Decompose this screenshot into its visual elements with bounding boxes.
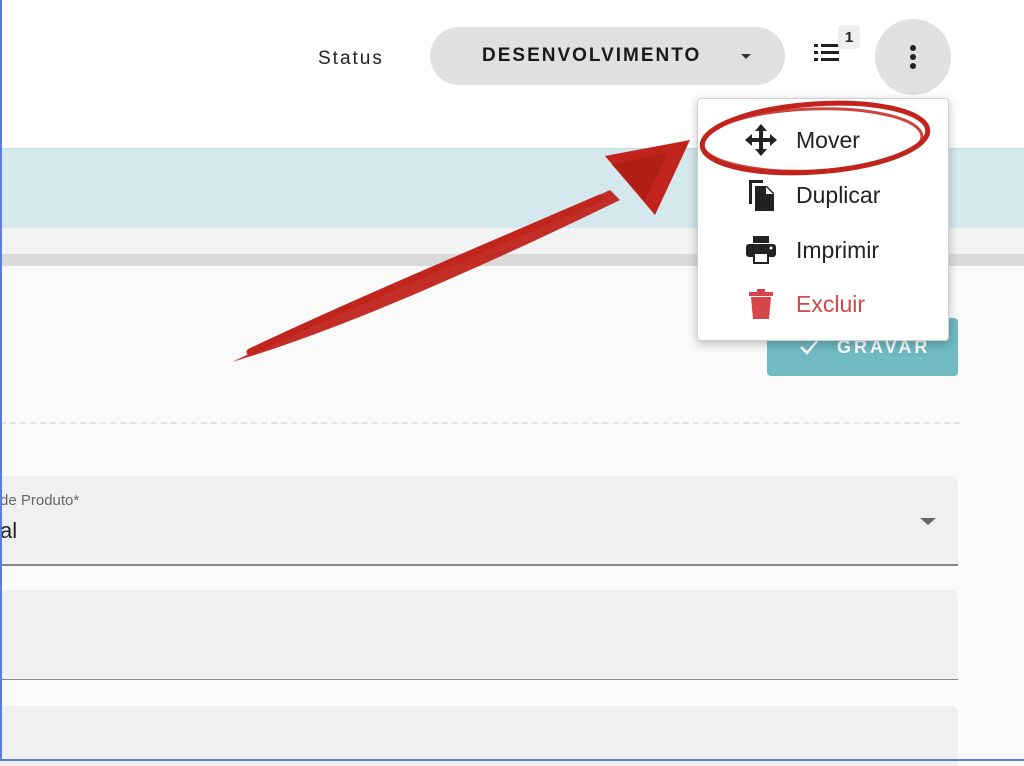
menu-item-delete[interactable]: Excluir — [698, 279, 948, 329]
menu-item-label: Duplicar — [796, 181, 881, 208]
product-type-select[interactable]: de Produto* al — [0, 476, 958, 566]
status-value: DESENVOLVIMENTO — [482, 45, 702, 66]
dropdown-arrow-icon — [920, 518, 936, 525]
print-icon — [746, 236, 776, 264]
chevron-down-icon — [741, 54, 751, 59]
window-frame-left — [0, 0, 2, 761]
move-icon — [745, 124, 777, 156]
menu-item-move[interactable]: Mover — [698, 115, 948, 165]
status-label: Status — [318, 48, 384, 69]
more-options-button[interactable] — [875, 19, 951, 95]
form-field[interactable] — [0, 706, 958, 766]
product-type-value: al — [0, 518, 18, 543]
notification-badge: 1 — [838, 25, 860, 49]
menu-item-duplicate[interactable]: Duplicar — [698, 170, 948, 220]
duplicate-icon — [749, 180, 774, 211]
menu-item-print[interactable]: Imprimir — [698, 225, 948, 275]
dashed-separator — [0, 422, 960, 424]
menu-item-label: Imprimir — [796, 236, 880, 263]
trash-icon — [749, 289, 773, 319]
menu-item-label: Excluir — [796, 290, 866, 317]
options-menu: Mover Duplicar Imprimir Excluir — [697, 98, 949, 341]
more-vertical-icon — [910, 45, 916, 69]
product-type-label: de Produto* — [0, 492, 80, 509]
menu-item-label: Mover — [796, 126, 860, 153]
form-field[interactable] — [0, 590, 958, 680]
status-select[interactable]: DESENVOLVIMENTO — [430, 27, 785, 85]
